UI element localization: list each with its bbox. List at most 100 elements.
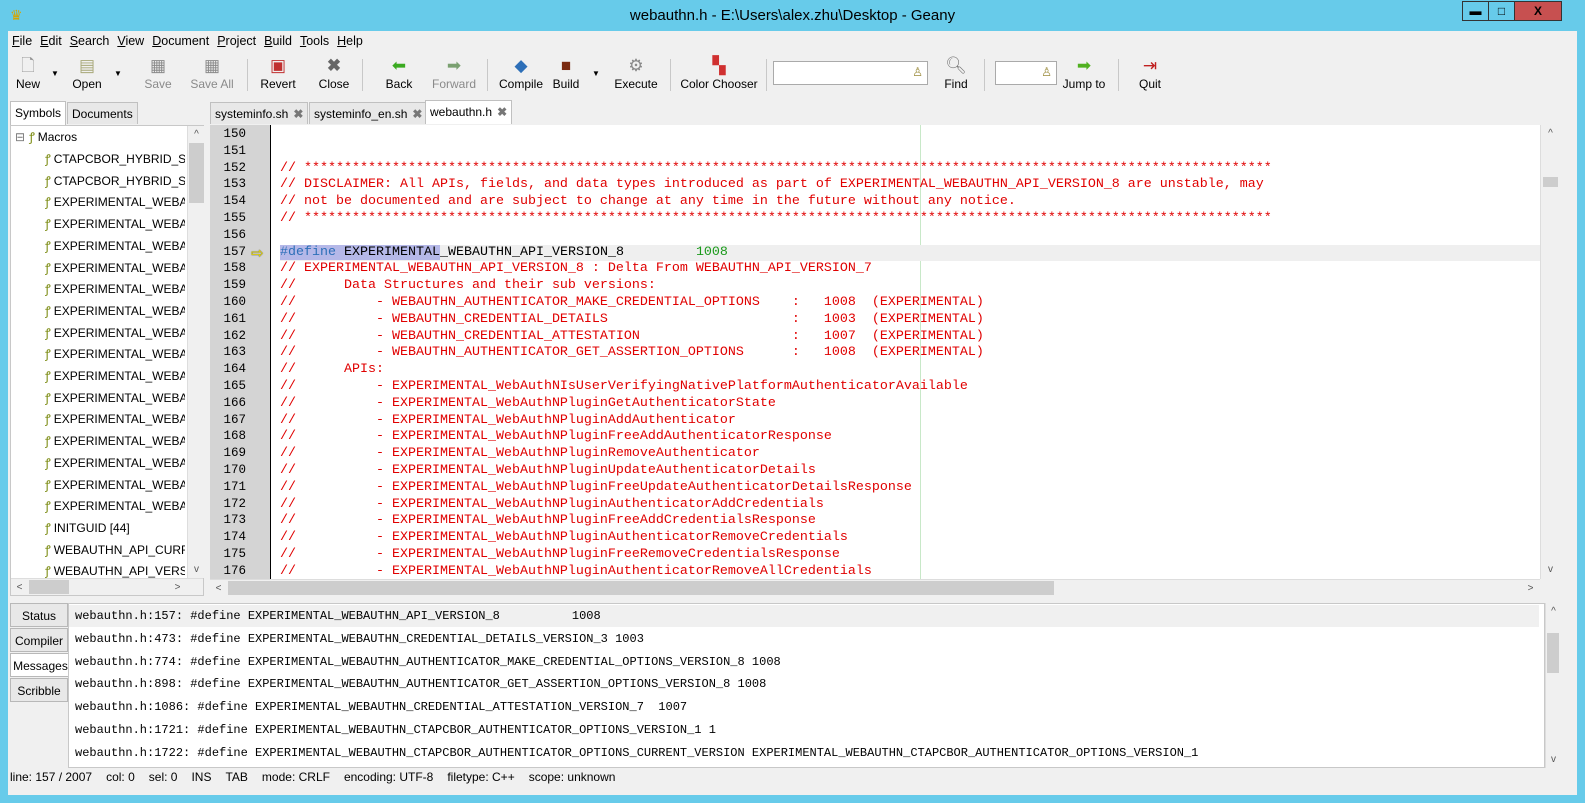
message-item[interactable]: webauthn.h:774: #define EXPERIMENTAL_WEB… bbox=[75, 651, 781, 673]
open-dropdown-arrow[interactable]: ▼ bbox=[114, 69, 122, 78]
tree-item[interactable]: ꝭ EXPERIMENTAL_WEBA bbox=[45, 476, 185, 497]
tab-systeminfo-sh[interactable]: systeminfo.sh ✖ bbox=[210, 102, 309, 124]
build-dropdown-arrow[interactable]: ▼ bbox=[592, 69, 600, 78]
tree-item[interactable]: ꝭ EXPERIMENTAL_WEBA bbox=[45, 410, 185, 431]
compile-button[interactable]: ◆ Compile bbox=[497, 55, 545, 91]
menu-view[interactable]: View bbox=[113, 31, 148, 48]
close-tab-icon[interactable]: ✖ bbox=[293, 107, 303, 121]
tree-item[interactable]: ꝭ EXPERIMENTAL_WEBA bbox=[45, 237, 185, 258]
tab-systeminfo-en-sh[interactable]: systeminfo_en.sh ✖ bbox=[309, 102, 428, 124]
revert-button[interactable]: ▣ Revert bbox=[260, 55, 296, 91]
goto-line-input[interactable]: ♙ bbox=[995, 61, 1057, 85]
tab-compiler[interactable]: Compiler bbox=[10, 628, 68, 652]
code-line[interactable]: // APIs: bbox=[280, 362, 1540, 379]
minimize-button[interactable]: ▬ bbox=[1462, 1, 1489, 21]
tree-item[interactable]: ꝭ EXPERIMENTAL_WEBA bbox=[45, 389, 185, 410]
scrollbar-thumb[interactable] bbox=[228, 581, 1054, 595]
code-line[interactable]: // - EXPERIMENTAL_WebAuthNPluginAuthenti… bbox=[280, 564, 1540, 579]
code-line[interactable]: // - EXPERIMENTAL_WebAuthNPluginFreeAddA… bbox=[280, 429, 1540, 446]
code-line[interactable]: #define EXPERIMENTAL_WEBAUTHN_API_VERSIO… bbox=[280, 244, 1540, 262]
tree-item[interactable]: ꝭ WEBAUTHN_API_CURR bbox=[45, 541, 185, 562]
tree-item[interactable]: ꝭ EXPERIMENTAL_WEBA bbox=[45, 302, 185, 323]
scroll-down-arrow[interactable]: v bbox=[1542, 561, 1559, 578]
code-line[interactable]: // EXPERIMENTAL_WEBAUTHN_API_VERSION_8 :… bbox=[280, 261, 1540, 278]
scroll-left-arrow[interactable]: < bbox=[11, 579, 28, 596]
code-line[interactable]: // - WEBAUTHN_CREDENTIAL_DETAILS : 1003 … bbox=[280, 312, 1540, 329]
find-button[interactable]: 🔍︎ Find bbox=[942, 55, 970, 91]
editor-horizontal-scrollbar[interactable]: < > bbox=[210, 579, 1540, 596]
tab-messages[interactable]: Messages bbox=[10, 653, 70, 677]
code-line[interactable]: // - EXPERIMENTAL_WebAuthNPluginAuthenti… bbox=[280, 530, 1540, 547]
tree-item[interactable]: ꝭ EXPERIMENTAL_WEBA bbox=[45, 280, 185, 301]
tab-status[interactable]: Status bbox=[10, 603, 68, 627]
code-editor[interactable]: 150 151 152 153 154 155 156 157 ⇨ 158 159 160 161 162… bbox=[210, 125, 1560, 579]
forward-button[interactable]: ➡ Forward bbox=[430, 55, 478, 91]
tree-item[interactable]: ꝭ INITGUID [44] bbox=[45, 519, 185, 540]
messages-vertical-scrollbar[interactable]: ^ v bbox=[1545, 603, 1560, 768]
code-line[interactable]: // *************************************… bbox=[280, 161, 1540, 178]
code-line[interactable]: // - WEBAUTHN_AUTHENTICATOR_MAKE_CREDENT… bbox=[280, 295, 1540, 312]
tree-item[interactable]: ꝭ CTAPCBOR_HYBRID_ST bbox=[45, 172, 185, 193]
code-line[interactable]: // Data Structures and their sub version… bbox=[280, 278, 1540, 295]
tree-item[interactable]: ꝭ EXPERIMENTAL_WEBA bbox=[45, 324, 185, 345]
back-button[interactable]: ⬅ Back bbox=[384, 55, 414, 91]
code-line[interactable]: // DISCLAIMER: All APIs, fields, and dat… bbox=[280, 177, 1540, 194]
code-line[interactable]: // - EXPERIMENTAL_WebAuthNIsUserVerifyin… bbox=[280, 379, 1540, 396]
code-line[interactable]: // - EXPERIMENTAL_WebAuthNPluginGetAuthe… bbox=[280, 396, 1540, 413]
new-button[interactable]: 🗋 New bbox=[13, 55, 43, 91]
close-tab-icon[interactable]: ✖ bbox=[497, 105, 507, 119]
search-input[interactable]: ♙ bbox=[773, 61, 928, 85]
save-button[interactable]: ▦ Save bbox=[142, 55, 174, 91]
tree-item[interactable]: ꝭ EXPERIMENTAL_WEBA bbox=[45, 259, 185, 280]
message-item[interactable]: webauthn.h:1722: #define EXPERIMENTAL_WE… bbox=[75, 742, 1198, 764]
menu-tools[interactable]: Tools bbox=[296, 31, 333, 48]
code-line[interactable]: // - EXPERIMENTAL_WebAuthNPluginUpdateAu… bbox=[280, 463, 1540, 480]
scroll-left-arrow[interactable]: < bbox=[210, 580, 227, 597]
tree-group-macros[interactable]: ⊟ ꝭ Macros bbox=[15, 128, 77, 149]
sidebar-vertical-scrollbar[interactable]: ^ v bbox=[187, 126, 204, 578]
tree-item[interactable]: ꝭ EXPERIMENTAL_WEBA bbox=[45, 367, 185, 388]
code-line[interactable]: // - EXPERIMENTAL_WebAuthNPluginRemoveAu… bbox=[280, 446, 1540, 463]
tab-symbols[interactable]: Symbols bbox=[10, 101, 67, 125]
tree-item[interactable]: ꝭ EXPERIMENTAL_WEBA bbox=[45, 215, 185, 236]
collapse-icon[interactable]: ⊟ bbox=[15, 130, 25, 144]
quit-button[interactable]: ⇥ Quit bbox=[1134, 55, 1166, 91]
tab-scribble[interactable]: Scribble bbox=[10, 678, 68, 702]
tree-item[interactable]: ꝭ EXPERIMENTAL_WEBA bbox=[45, 497, 185, 518]
clear-brush-icon[interactable]: ♙ bbox=[1041, 65, 1052, 79]
menu-help[interactable]: Help bbox=[333, 31, 367, 48]
code-line[interactable]: // - EXPERIMENTAL_WebAuthNPluginFreeAddC… bbox=[280, 513, 1540, 530]
scroll-up-arrow[interactable]: ^ bbox=[1542, 125, 1559, 142]
jump-to-button[interactable]: ➡ Jump to bbox=[1059, 55, 1109, 91]
close-button[interactable]: ✖ Close bbox=[318, 55, 350, 91]
close-tab-icon[interactable]: ✖ bbox=[412, 107, 422, 121]
message-item[interactable]: webauthn.h:1086: #define EXPERIMENTAL_WE… bbox=[75, 696, 687, 718]
message-item[interactable]: webauthn.h:473: #define EXPERIMENTAL_WEB… bbox=[75, 628, 644, 650]
scroll-right-arrow[interactable]: > bbox=[1522, 580, 1539, 597]
tree-item[interactable]: ꝭ EXPERIMENTAL_WEBA bbox=[45, 454, 185, 475]
code-line[interactable]: // - WEBAUTHN_CREDENTIAL_ATTESTATION : 1… bbox=[280, 329, 1540, 346]
code-line[interactable] bbox=[280, 127, 1540, 144]
code-line[interactable] bbox=[280, 228, 1540, 245]
menu-file[interactable]: File bbox=[8, 31, 36, 48]
scrollbar-thumb[interactable] bbox=[29, 580, 69, 594]
tab-documents[interactable]: Documents bbox=[67, 102, 138, 124]
close-window-button[interactable]: X bbox=[1514, 1, 1562, 21]
scrollbar-thumb[interactable] bbox=[189, 143, 204, 203]
save-all-button[interactable]: ▦ Save All bbox=[190, 55, 234, 91]
tree-item[interactable]: ꝭ EXPERIMENTAL_WEBA bbox=[45, 345, 185, 366]
code-area[interactable]: // *************************************… bbox=[280, 125, 1540, 579]
scrollbar-thumb[interactable] bbox=[1543, 177, 1558, 187]
scrollbar-thumb[interactable] bbox=[1547, 633, 1559, 673]
sidebar-horizontal-scrollbar[interactable]: < > bbox=[11, 578, 203, 595]
code-line[interactable]: // *************************************… bbox=[280, 211, 1540, 228]
tree-item[interactable]: ꝭ CTAPCBOR_HYBRID_ST bbox=[45, 150, 185, 171]
tree-item[interactable]: ꝭ EXPERIMENTAL_WEBA bbox=[45, 193, 185, 214]
code-line[interactable]: // - EXPERIMENTAL_WebAuthNPluginAuthenti… bbox=[280, 497, 1540, 514]
execute-button[interactable]: ⚙ Execute bbox=[612, 55, 660, 91]
color-chooser-button[interactable]: ▚ Color Chooser bbox=[678, 55, 760, 91]
menu-document[interactable]: Document bbox=[148, 31, 213, 48]
scroll-up-arrow[interactable]: ^ bbox=[1545, 603, 1562, 620]
menu-build[interactable]: Build bbox=[260, 31, 296, 48]
scroll-down-arrow[interactable]: v bbox=[1545, 751, 1562, 768]
